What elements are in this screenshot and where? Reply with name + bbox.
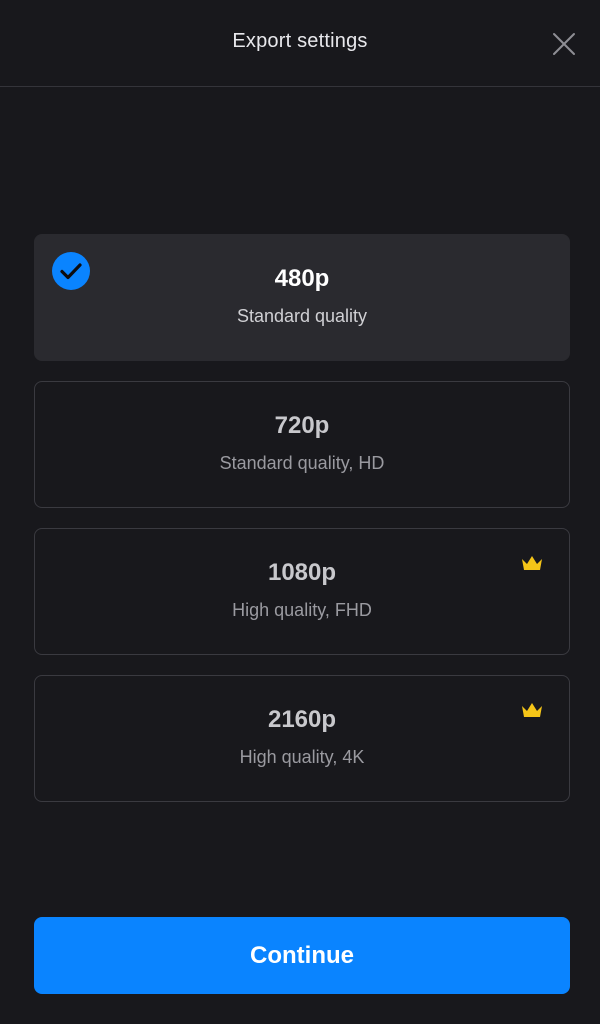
option-2160p[interactable]: 2160p High quality, 4K xyxy=(34,675,570,802)
option-subtitle: Standard quality, HD xyxy=(219,453,385,473)
close-icon xyxy=(553,33,575,55)
continue-button[interactable]: Continue xyxy=(34,917,570,994)
option-title: 720p xyxy=(274,412,330,439)
option-720p[interactable]: 720p Standard quality, HD xyxy=(34,381,570,508)
option-subtitle: High quality, FHD xyxy=(232,600,372,620)
resolution-options: 480p Standard quality 720p Standard qual… xyxy=(34,234,570,822)
header-bar: Export settings xyxy=(0,0,600,87)
option-subtitle: High quality, 4K xyxy=(239,747,365,767)
option-subtitle: Standard quality xyxy=(236,306,368,326)
close-button[interactable] xyxy=(550,30,578,58)
option-480p[interactable]: 480p Standard quality xyxy=(34,234,570,361)
option-title: 480p xyxy=(274,265,330,292)
option-title: 2160p xyxy=(267,706,337,733)
export-settings-screen: Export settings 480p Standard quality 72… xyxy=(0,0,600,1024)
option-title: 1080p xyxy=(267,559,337,586)
page-title: Export settings xyxy=(232,30,368,52)
option-1080p[interactable]: 1080p High quality, FHD xyxy=(34,528,570,655)
